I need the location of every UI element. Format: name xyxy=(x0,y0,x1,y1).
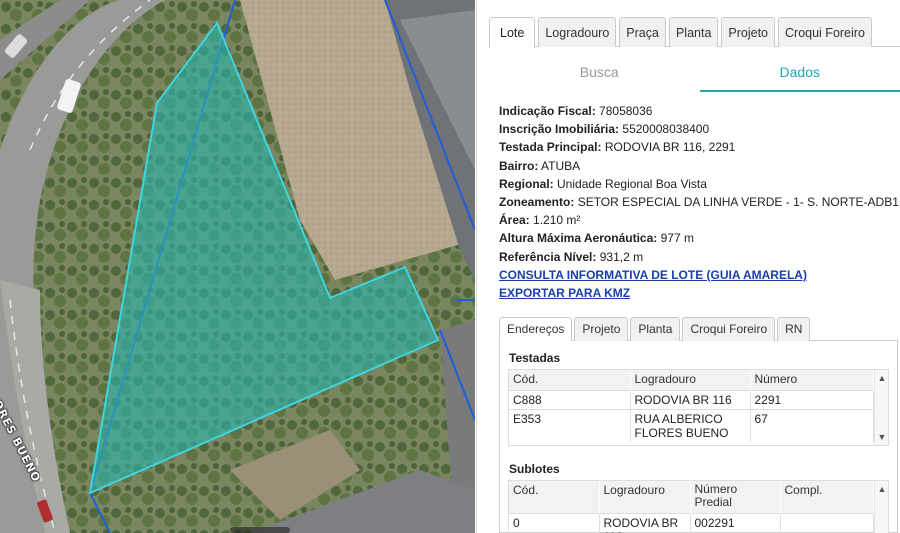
scroll-down-icon[interactable]: ▼ xyxy=(875,431,889,443)
link-exportar-kmz[interactable]: EXPORTAR PARA KMZ xyxy=(499,284,894,302)
label: Regional: xyxy=(499,176,554,191)
label: Testada Principal: xyxy=(499,140,602,155)
cell: C888 xyxy=(509,389,631,409)
col-compl: Compl. xyxy=(780,481,874,513)
field-altura: Altura Máxima Aeronáutica: 977 m xyxy=(499,229,894,247)
label: Altura Máxima Aeronáutica: xyxy=(499,231,658,246)
subtab-dados[interactable]: Dados xyxy=(699,56,900,92)
tab-lote[interactable]: Lote xyxy=(489,17,536,48)
field-indicacao-fiscal: Indicação Fiscal: 78058036 xyxy=(499,102,894,120)
value: 5520008038400 xyxy=(622,122,710,137)
sub-tabs: Busca Dados xyxy=(499,56,900,92)
value: 931,2 m xyxy=(599,249,644,264)
map-view[interactable]: ORES BUENO xyxy=(0,0,475,533)
tab-rn[interactable]: RN xyxy=(777,317,811,341)
table-row[interactable]: E353 RUA ALBERICO FLORES BUENO 67 xyxy=(509,408,874,442)
value: 78058036 xyxy=(599,104,653,118)
sublotes-grid: Cód. Logradouro Número Predial Compl. 0 … xyxy=(508,480,889,533)
detail-tabs: Endereços Projeto Planta Croqui Foreiro … xyxy=(499,317,898,342)
value: Unidade Regional Boa Vista xyxy=(557,176,707,191)
label: Inscrição Imobiliária: xyxy=(499,122,620,137)
tab-projeto-detail[interactable]: Projeto xyxy=(574,317,629,341)
link-consulta-informativa[interactable]: CONSULTA INFORMATIVA DE LOTE (GUIA AMARE… xyxy=(499,266,894,284)
detail-tabs-container: Endereços Projeto Planta Croqui Foreiro … xyxy=(499,317,898,533)
label: Zoneamento: xyxy=(499,195,575,210)
value: RODOVIA BR 116, 2291 xyxy=(604,140,736,155)
table-row[interactable]: 0 RODOVIA BR 116 002291 xyxy=(509,512,874,533)
cell: 67 xyxy=(750,408,874,442)
tab-projeto[interactable]: Projeto xyxy=(721,17,776,47)
subtab-busca[interactable]: Busca xyxy=(499,56,700,92)
cell: RODOVIA BR 116 xyxy=(599,512,691,533)
value: 1.210 m² xyxy=(533,213,581,228)
tab-logradouro[interactable]: Logradouro xyxy=(538,17,617,47)
cell xyxy=(780,512,874,533)
field-zoneamento: Zoneamento: SETOR ESPECIAL DA LINHA VERD… xyxy=(499,193,899,211)
col-numero: Número xyxy=(750,370,874,390)
col-logradouro: Logradouro xyxy=(630,370,751,390)
scroll-up-icon[interactable]: ▲ xyxy=(875,483,889,495)
enderecos-panel: Testadas Cód. Logradouro Número C888 ROD… xyxy=(499,341,898,533)
label: Bairro: xyxy=(499,158,539,173)
value: 977 m xyxy=(660,231,694,246)
value: ATUBA xyxy=(541,158,581,173)
col-cod: Cód. xyxy=(509,481,600,513)
field-regional: Regional: Unidade Regional Boa Vista xyxy=(499,175,894,193)
lot-details: Indicação Fiscal: 78058036 Inscrição Imo… xyxy=(499,102,899,302)
tab-enderecos[interactable]: Endereços xyxy=(499,317,573,342)
testadas-grid: Cód. Logradouro Número C888 RODOVIA BR 1… xyxy=(508,369,889,446)
field-inscricao: Inscrição Imobiliária: 5520008038400 xyxy=(499,120,894,138)
cell: 2291 xyxy=(750,389,874,409)
cell: E353 xyxy=(509,408,631,442)
table-row[interactable]: C888 RODOVIA BR 116 2291 xyxy=(509,389,874,409)
field-referencia: Referência Nível: 931,2 m xyxy=(499,248,894,266)
value: SETOR ESPECIAL DA LINHA VERDE - 1- S. NO… xyxy=(577,195,899,210)
label: Referência Nível: xyxy=(499,249,597,264)
testadas-scrollbar[interactable]: ▲ ▼ xyxy=(874,370,888,445)
col-numero-predial: Número Predial xyxy=(690,481,781,513)
aerial-map[interactable] xyxy=(0,0,475,533)
field-area: Área: 1.210 m² xyxy=(499,211,894,229)
sublotes-scrollbar[interactable]: ▲ xyxy=(874,481,888,533)
tab-planta[interactable]: Planta xyxy=(668,17,719,47)
tab-croqui-foreiro[interactable]: Croqui Foreiro xyxy=(778,17,872,47)
sublotes-title: Sublotes xyxy=(509,462,560,476)
main-tabs: Lote Logradouro Praça Planta Projeto Cro… xyxy=(489,17,900,48)
col-logradouro: Logradouro xyxy=(599,481,691,513)
scroll-up-icon[interactable]: ▲ xyxy=(875,372,889,384)
tab-praca[interactable]: Praça xyxy=(619,17,666,47)
label: Indicação Fiscal: xyxy=(499,104,596,118)
info-panel: Lote Logradouro Praça Planta Projeto Cro… xyxy=(476,0,900,533)
col-cod: Cód. xyxy=(509,370,631,390)
cell: 002291 xyxy=(690,512,781,533)
label: Área: xyxy=(499,213,530,228)
field-bairro: Bairro: ATUBA xyxy=(499,157,894,175)
cell: RODOVIA BR 116 xyxy=(630,389,751,409)
tab-croqui-detail[interactable]: Croqui Foreiro xyxy=(682,317,776,341)
testadas-title: Testadas xyxy=(509,351,561,365)
cell: 0 xyxy=(509,512,600,533)
cell: RUA ALBERICO FLORES BUENO xyxy=(630,408,751,442)
tab-planta-detail[interactable]: Planta xyxy=(630,317,681,341)
field-testada: Testada Principal: RODOVIA BR 116, 2291 xyxy=(499,138,894,156)
